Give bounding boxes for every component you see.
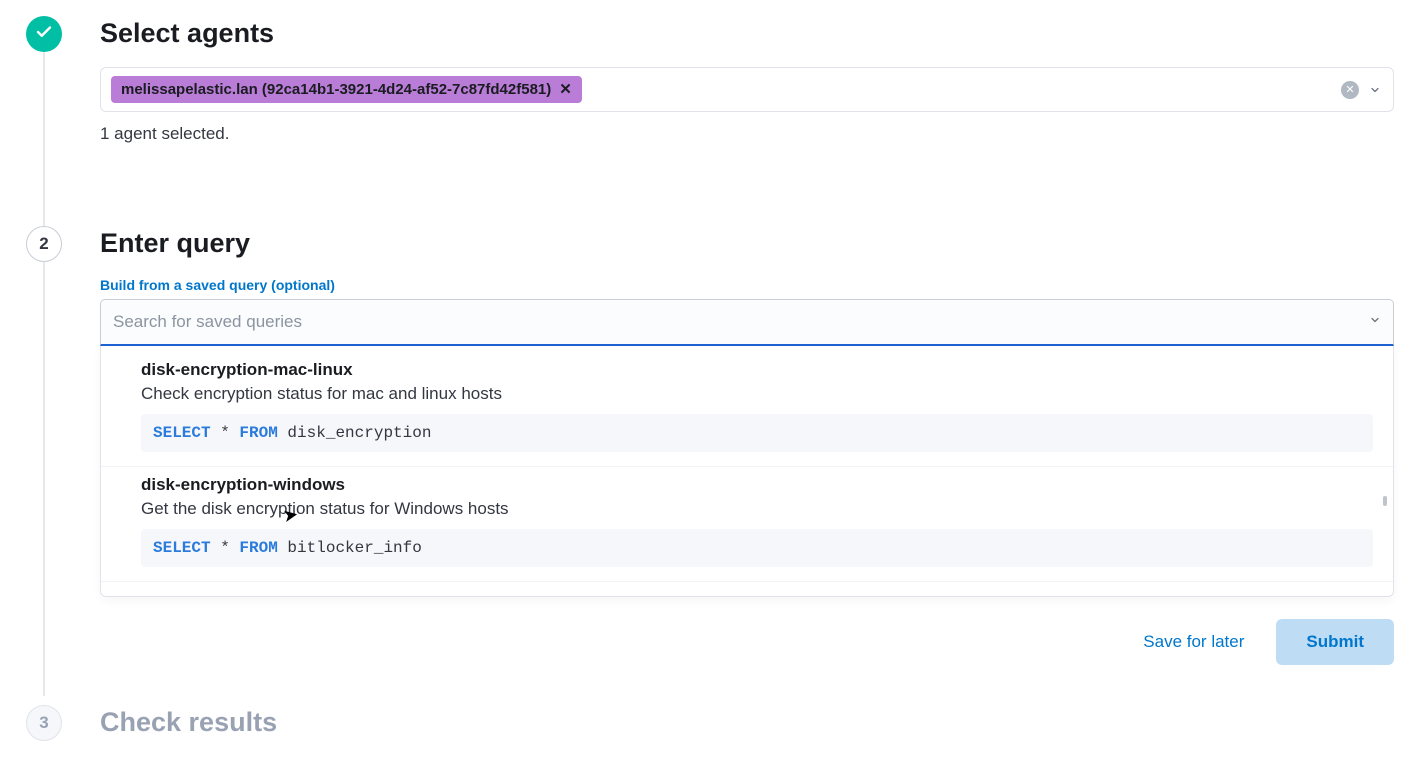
step-1-title: Select agents xyxy=(100,18,1394,49)
sql-keyword: FROM xyxy=(239,539,277,557)
step-3-circle: 3 xyxy=(26,705,62,741)
saved-query-combobox: disk-encryption-mac-linux Check encrypti… xyxy=(100,299,1394,597)
agent-select-box[interactable]: melissapelastic.lan (92ca14b1-3921-4d24-… xyxy=(100,67,1394,112)
saved-query-input-wrap[interactable] xyxy=(100,299,1394,346)
option-description: Get the disk encryption status for Windo… xyxy=(141,499,1373,519)
chevron-down-icon[interactable] xyxy=(1367,82,1383,98)
option-sql: SELECT * FROM disk_encryption xyxy=(141,414,1373,452)
sql-text: disk_encryption xyxy=(278,424,432,442)
step-3-stepper-col: 3 xyxy=(24,705,64,741)
option-title: disk-encryption-windows xyxy=(141,475,1373,495)
check-icon xyxy=(35,23,53,46)
query-actions: Save for later Submit xyxy=(100,619,1394,665)
save-for-later-button[interactable]: Save for later xyxy=(1129,622,1258,662)
step-3-content: Check results xyxy=(64,705,1394,756)
step-1-circle xyxy=(26,16,62,52)
step-3-number: 3 xyxy=(39,713,48,733)
step-2-content: Enter query Build from a saved query (op… xyxy=(64,226,1394,665)
page-root: Select agents melissapelastic.lan (92ca1… xyxy=(0,0,1418,780)
agent-pill-label: melissapelastic.lan (92ca14b1-3921-4d24-… xyxy=(121,81,551,98)
step-2-title: Enter query xyxy=(100,228,1394,259)
saved-query-option[interactable]: disk-encryption-windows Get the disk enc… xyxy=(101,467,1393,582)
step-2-row: 2 Enter query Build from a saved query (… xyxy=(24,226,1394,705)
agent-pill[interactable]: melissapelastic.lan (92ca14b1-3921-4d24-… xyxy=(111,76,582,103)
chevron-down-icon[interactable] xyxy=(1369,313,1381,331)
clear-all-icon[interactable]: ✕ xyxy=(1341,81,1359,99)
sql-keyword: FROM xyxy=(239,424,277,442)
step-2-stepper-col: 2 xyxy=(24,226,64,696)
option-title: disk-encryption-mac-linux xyxy=(141,360,1373,380)
step-1-stepper-col xyxy=(24,16,64,226)
sql-text: bitlocker_info xyxy=(278,539,422,557)
step-1-content: Select agents melissapelastic.lan (92ca1… xyxy=(64,16,1394,180)
saved-query-dropdown-panel: disk-encryption-mac-linux Check encrypti… xyxy=(100,346,1394,597)
sql-keyword: SELECT xyxy=(153,424,211,442)
step-3-row: 3 Check results xyxy=(24,705,1394,756)
option-description: Check encryption status for mac and linu… xyxy=(141,384,1373,404)
sql-keyword: SELECT xyxy=(153,539,211,557)
saved-query-label: Build from a saved query (optional) xyxy=(100,277,1394,293)
sql-text: * xyxy=(211,424,240,442)
close-icon[interactable]: ✕ xyxy=(559,82,572,97)
agent-selected-count: 1 agent selected. xyxy=(100,124,1394,144)
step-2-circle: 2 xyxy=(26,226,62,262)
option-sql: SELECT * FROM bitlocker_info xyxy=(141,529,1373,567)
scrollbar-thumb[interactable] xyxy=(1383,496,1387,506)
sql-text: * xyxy=(211,539,240,557)
saved-query-search-input[interactable] xyxy=(113,300,1369,344)
step-connector-1-2 xyxy=(43,52,45,226)
step-2-number: 2 xyxy=(39,234,48,254)
step-connector-2-3 xyxy=(43,262,45,696)
saved-query-option[interactable]: disk-encryption-mac-linux Check encrypti… xyxy=(101,352,1393,467)
step-3-title: Check results xyxy=(100,707,1394,738)
step-1-row: Select agents melissapelastic.lan (92ca1… xyxy=(24,16,1394,226)
submit-button[interactable]: Submit xyxy=(1276,619,1394,665)
